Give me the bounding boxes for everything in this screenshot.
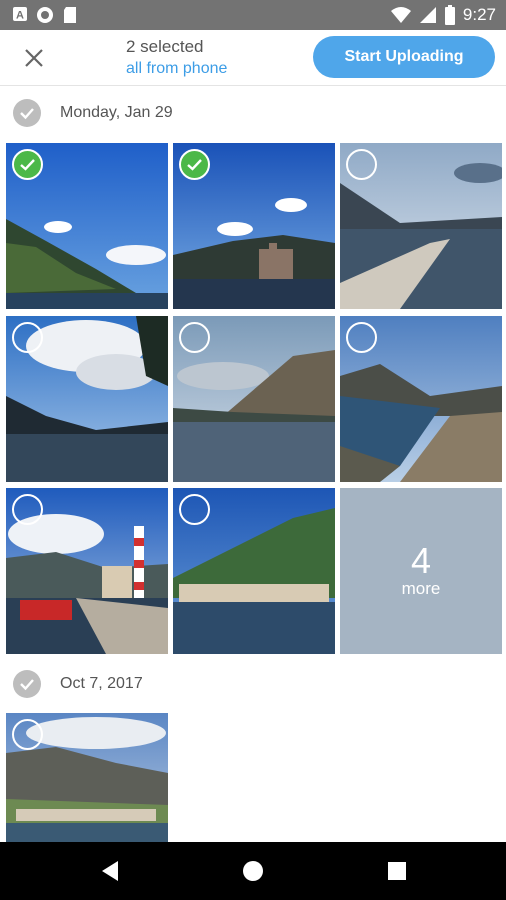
close-button[interactable] (18, 42, 50, 74)
selection-count: 2 selected (126, 37, 204, 56)
signal-icon (419, 7, 436, 23)
status-bar: A 9:27 (0, 0, 506, 30)
check-icon (20, 679, 34, 691)
photo-tile[interactable] (6, 143, 168, 309)
check-icon (20, 159, 35, 171)
selection-checkbox[interactable] (346, 149, 377, 180)
start-uploading-button[interactable]: Start Uploading (313, 36, 495, 78)
more-label: more (401, 579, 441, 598)
svg-text:A: A (16, 10, 24, 22)
selection-checkbox[interactable] (346, 322, 377, 353)
photo-tile[interactable] (173, 316, 335, 482)
photo-list[interactable]: Monday, Jan 29 4 more Oct 7, 2017 (0, 87, 506, 842)
selection-checkbox[interactable] (179, 149, 210, 180)
sd-card-icon (64, 7, 76, 23)
system-nav-bar (0, 842, 506, 900)
photo-tile[interactable] (6, 488, 168, 654)
app-a-icon: A (13, 7, 27, 22)
group-select-toggle[interactable] (13, 670, 41, 698)
date-group-header: Oct 7, 2017 (0, 658, 506, 710)
group-date-label: Oct 7, 2017 (60, 675, 143, 692)
recents-icon[interactable] (387, 861, 407, 881)
more-count: 4 (410, 540, 432, 581)
check-icon (20, 108, 34, 120)
back-icon[interactable] (98, 859, 122, 883)
photo-tile[interactable] (173, 488, 335, 654)
status-time: 9:27 (462, 5, 496, 24)
selection-checkbox[interactable] (12, 494, 43, 525)
group-date-label: Monday, Jan 29 (60, 104, 173, 121)
photo-tile[interactable] (340, 143, 502, 309)
selection-checkbox[interactable] (179, 322, 210, 353)
photo-tile[interactable] (6, 713, 168, 842)
wifi-icon (390, 7, 411, 23)
check-icon (187, 159, 202, 171)
home-icon[interactable] (242, 860, 264, 882)
selection-checkbox[interactable] (179, 494, 210, 525)
circle-app-icon (37, 7, 53, 23)
selection-checkbox[interactable] (12, 149, 43, 180)
close-icon (25, 49, 43, 67)
photo-tile[interactable] (6, 316, 168, 482)
more-photos-tile[interactable]: 4 more (340, 488, 502, 654)
selection-toolbar: 2 selected all from phone Start Uploadin… (0, 30, 506, 86)
date-group-header: Monday, Jan 29 (0, 87, 506, 139)
battery-icon (444, 5, 455, 25)
photo-tile[interactable] (173, 143, 335, 309)
photo-tile[interactable] (340, 316, 502, 482)
group-select-toggle[interactable] (13, 99, 41, 127)
selection-scope-link[interactable]: all from phone (126, 59, 227, 79)
selection-checkbox[interactable] (12, 322, 43, 353)
selection-checkbox[interactable] (12, 719, 43, 750)
